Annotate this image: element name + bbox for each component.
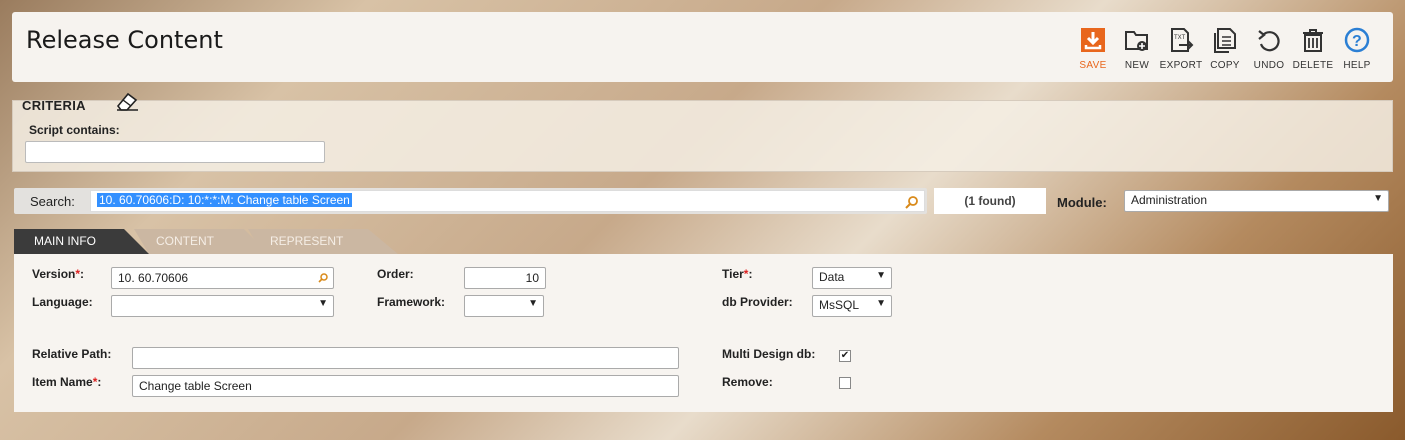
module-label: Module: xyxy=(1057,195,1107,210)
page-header: Release Content SAVE NEW TXT EXPORT COPY… xyxy=(12,12,1393,82)
chevron-down-icon: ▼ xyxy=(528,298,538,309)
copy-button[interactable]: COPY xyxy=(1203,26,1247,71)
search-input-text: 10. 60.70606:D: 10:*:*:M: Change table S… xyxy=(97,193,352,207)
tier-label-text: Tier xyxy=(722,267,744,281)
eraser-icon[interactable] xyxy=(114,90,140,112)
new-folder-icon xyxy=(1125,31,1148,51)
tab-represent[interactable]: REPRESENT xyxy=(248,229,398,254)
db-provider-label: db Provider: xyxy=(722,295,793,309)
save-label: SAVE xyxy=(1079,60,1107,71)
db-provider-value: MsSQL xyxy=(819,298,860,312)
framework-select[interactable]: ▼ xyxy=(464,295,544,317)
required-marker: * xyxy=(743,267,749,281)
help-icon: ? xyxy=(1344,27,1370,53)
module-select-value: Administration xyxy=(1131,193,1208,207)
chevron-down-icon: ▼ xyxy=(1373,193,1383,204)
multi-design-db-checkbox[interactable]: ✔ xyxy=(839,350,851,362)
undo-label: UNDO xyxy=(1253,60,1285,71)
undo-icon xyxy=(1258,30,1280,52)
order-input[interactable]: 10 xyxy=(464,267,546,289)
remove-checkbox[interactable] xyxy=(839,377,851,389)
new-button[interactable]: NEW xyxy=(1115,26,1159,71)
export-button[interactable]: TXT EXPORT xyxy=(1159,26,1203,71)
criteria-title: CRITERIA xyxy=(22,98,86,113)
found-count: (1 found) xyxy=(934,188,1046,214)
main-info-panel: Version*: 10. 60.70606 Language: ▼ Order… xyxy=(14,254,1393,412)
new-label: NEW xyxy=(1124,60,1150,71)
search-icon[interactable] xyxy=(904,194,920,210)
undo-button[interactable]: UNDO xyxy=(1247,26,1291,71)
save-button[interactable]: SAVE xyxy=(1071,26,1115,71)
tier-value: Data xyxy=(819,270,845,284)
required-marker: * xyxy=(92,375,98,389)
relative-path-label: Relative Path: xyxy=(32,347,112,361)
delete-label: DELETE xyxy=(1292,60,1334,71)
order-label: Order: xyxy=(377,267,414,281)
required-marker: * xyxy=(75,267,81,281)
svg-text:?: ? xyxy=(1352,33,1362,50)
remove-label: Remove: xyxy=(722,375,773,389)
tab-content[interactable]: CONTENT xyxy=(134,229,269,254)
toolbar: SAVE NEW TXT EXPORT COPY UNDO DELETE ? H… xyxy=(1071,26,1379,71)
chevron-down-icon: ▼ xyxy=(876,270,886,281)
tier-select[interactable]: Data ▼ xyxy=(812,267,892,289)
language-label: Language: xyxy=(32,295,93,309)
item-name-label-text: Item Name xyxy=(32,375,93,389)
script-contains-label: Script contains: xyxy=(29,123,120,137)
save-icon xyxy=(1081,28,1105,52)
framework-label: Framework: xyxy=(377,295,446,309)
copy-icon xyxy=(1214,28,1236,53)
trash-icon xyxy=(1303,29,1323,52)
export-icon: TXT xyxy=(1171,28,1194,52)
relative-path-input[interactable] xyxy=(132,347,679,369)
help-button[interactable]: ? HELP xyxy=(1335,26,1379,71)
item-name-input[interactable]: Change table Screen xyxy=(132,375,679,397)
script-contains-input[interactable] xyxy=(25,141,325,163)
version-label: Version*: xyxy=(32,267,85,281)
search-label: Search: xyxy=(30,194,75,209)
copy-label: COPY xyxy=(1210,60,1240,71)
delete-button[interactable]: DELETE xyxy=(1291,26,1335,71)
export-label: EXPORT xyxy=(1159,60,1203,71)
page-title: Release Content xyxy=(26,26,223,54)
search-input[interactable]: 10. 60.70606:D: 10:*:*:M: Change table S… xyxy=(90,190,925,212)
module-select[interactable]: Administration ▼ xyxy=(1124,190,1389,212)
language-select[interactable]: ▼ xyxy=(111,295,334,317)
chevron-down-icon: ▼ xyxy=(876,298,886,309)
version-input[interactable]: 10. 60.70606 xyxy=(111,267,334,289)
version-value: 10. 60.70606 xyxy=(118,271,189,285)
search-bar: Search: 10. 60.70606:D: 10:*:*:M: Change… xyxy=(14,188,927,214)
tab-main-info[interactable]: MAIN INFO xyxy=(14,229,149,254)
version-label-text: Version xyxy=(32,267,76,281)
item-name-label: Item Name*: xyxy=(32,375,102,389)
db-provider-select[interactable]: MsSQL ▼ xyxy=(812,295,892,317)
svg-text:TXT: TXT xyxy=(1174,35,1186,41)
multi-design-db-label: Multi Design db: xyxy=(722,347,816,361)
tier-label: Tier*: xyxy=(722,267,753,281)
chevron-down-icon: ▼ xyxy=(318,298,328,309)
lookup-icon[interactable] xyxy=(317,272,329,284)
help-label: HELP xyxy=(1343,60,1371,71)
